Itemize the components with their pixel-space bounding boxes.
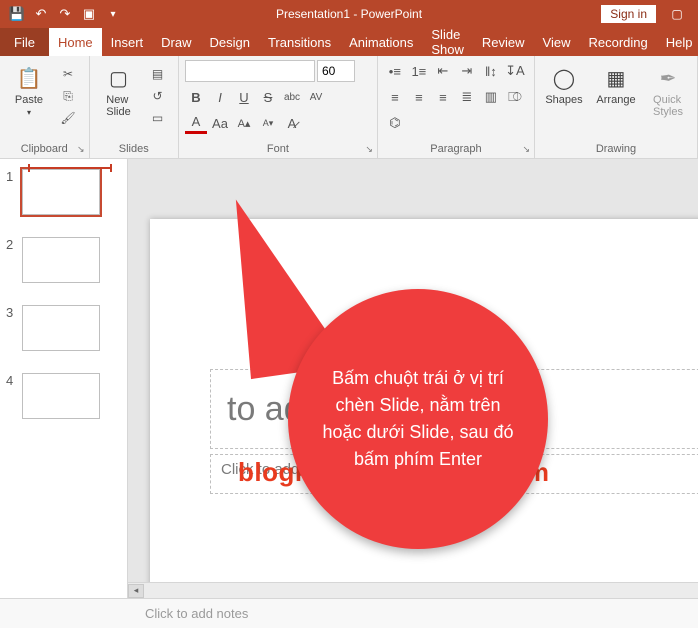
group-drawing-label: Drawing bbox=[596, 143, 636, 155]
indent-dec-icon[interactable]: ⇤ bbox=[432, 60, 454, 82]
av-button[interactable]: AV bbox=[305, 86, 327, 108]
arrange-button[interactable]: ▦ Arrange bbox=[593, 60, 639, 106]
workspace: 1 2 3 4 to add title Click to add subtit… bbox=[0, 159, 698, 598]
paste-icon: 📋 bbox=[15, 64, 43, 92]
qat-customize-icon[interactable]: ▾ bbox=[102, 3, 124, 25]
quick-styles-icon: ✒ bbox=[654, 64, 682, 92]
undo-icon[interactable]: ↶ bbox=[30, 3, 52, 25]
tab-slideshow[interactable]: Slide Show bbox=[422, 28, 473, 56]
bold-button[interactable]: B bbox=[185, 86, 207, 108]
tab-animations[interactable]: Animations bbox=[340, 28, 422, 56]
title-bar: 💾 ↶ ↷ ▣ ▾ Presentation1 - PowerPoint Sig… bbox=[0, 0, 698, 28]
callout-text: Bấm chuột trái ở vị trí chèn Slide, nằm … bbox=[318, 365, 518, 473]
clear-format-icon[interactable]: A̷ bbox=[281, 112, 303, 134]
shapes-icon: ◯ bbox=[550, 64, 578, 92]
tab-insert[interactable]: Insert bbox=[102, 28, 153, 56]
change-case-button[interactable]: Aa bbox=[209, 112, 231, 134]
notes-placeholder: Click to add notes bbox=[145, 606, 248, 621]
ribbon-tabs: File Home Insert Draw Design Transitions… bbox=[0, 28, 698, 56]
slide-thumbnail-3[interactable] bbox=[22, 305, 100, 351]
thumb-number: 3 bbox=[6, 305, 16, 320]
tab-help[interactable]: Help bbox=[657, 28, 698, 56]
align-text-icon[interactable]: ⎄ bbox=[504, 86, 526, 108]
tab-draw[interactable]: Draw bbox=[152, 28, 200, 56]
bullets-icon[interactable]: •≡ bbox=[384, 60, 406, 82]
ribbon-display-icon[interactable]: ▢ bbox=[666, 3, 688, 25]
group-paragraph-label: Paragraph bbox=[430, 143, 481, 155]
font-color-icon[interactable]: A bbox=[185, 112, 207, 134]
insertion-indicator bbox=[28, 167, 112, 169]
thumbnail-row[interactable]: 3 bbox=[6, 305, 119, 351]
slide-thumbnail-2[interactable] bbox=[22, 237, 100, 283]
new-slide-icon: ▢ bbox=[105, 64, 133, 92]
instruction-callout: Bấm chuột trái ở vị trí chèn Slide, nằm … bbox=[288, 289, 548, 549]
grow-font-icon[interactable]: A▴ bbox=[233, 112, 255, 134]
tab-home[interactable]: Home bbox=[49, 28, 102, 56]
align-center-icon[interactable]: ≡ bbox=[408, 86, 430, 108]
tab-file[interactable]: File bbox=[0, 28, 49, 56]
signin-button[interactable]: Sign in bbox=[601, 5, 656, 23]
tab-recording[interactable]: Recording bbox=[579, 28, 656, 56]
underline-button[interactable]: U bbox=[233, 86, 255, 108]
font-family-select[interactable] bbox=[185, 60, 315, 82]
align-right-icon[interactable]: ≡ bbox=[432, 86, 454, 108]
copy-icon[interactable]: ⎘ bbox=[58, 86, 78, 106]
tab-design[interactable]: Design bbox=[201, 28, 259, 56]
slide-thumbnail-4[interactable] bbox=[22, 373, 100, 419]
new-slide-button[interactable]: ▢ New Slide bbox=[96, 60, 142, 118]
reset-icon[interactable]: ↺ bbox=[148, 86, 168, 106]
ribbon: 📋 Paste ▾ ✂ ⎘ 🖌 Clipboard ↘ ▢ New Slide ▤… bbox=[0, 56, 698, 159]
columns-icon[interactable]: ▥ bbox=[480, 86, 502, 108]
save-icon[interactable]: 💾 bbox=[6, 3, 28, 25]
cut-icon[interactable]: ✂ bbox=[58, 64, 78, 84]
slide-thumbnail-1[interactable] bbox=[22, 169, 100, 215]
tab-review[interactable]: Review bbox=[473, 28, 534, 56]
format-painter-icon[interactable]: 🖌 bbox=[58, 108, 78, 128]
group-slides-label: Slides bbox=[119, 143, 149, 155]
font-size-select[interactable] bbox=[317, 60, 355, 82]
convert-smartart-icon[interactable]: ⌬ bbox=[384, 112, 406, 134]
section-icon[interactable]: ▭ bbox=[148, 108, 168, 128]
align-left-icon[interactable]: ≡ bbox=[384, 86, 406, 108]
tab-transitions[interactable]: Transitions bbox=[259, 28, 340, 56]
numbering-icon[interactable]: 1≡ bbox=[408, 60, 430, 82]
thumbnail-row[interactable]: 2 bbox=[6, 237, 119, 283]
group-clipboard-label: Clipboard bbox=[21, 143, 68, 155]
thumb-number: 4 bbox=[6, 373, 16, 388]
notes-pane[interactable]: Click to add notes bbox=[0, 598, 698, 628]
slide-edit-area[interactable]: to add title Click to add subtitle blogk… bbox=[128, 159, 698, 598]
redo-icon[interactable]: ↷ bbox=[54, 3, 76, 25]
layout-icon[interactable]: ▤ bbox=[148, 64, 168, 84]
start-show-icon[interactable]: ▣ bbox=[78, 3, 100, 25]
group-font-label: Font bbox=[267, 143, 289, 155]
paragraph-dialog-icon[interactable]: ↘ bbox=[522, 144, 530, 155]
horizontal-scrollbar[interactable]: ◂ bbox=[128, 582, 698, 598]
strike-button[interactable]: S bbox=[257, 86, 279, 108]
tab-view[interactable]: View bbox=[534, 28, 580, 56]
shrink-font-icon[interactable]: A▾ bbox=[257, 112, 279, 134]
paste-button[interactable]: 📋 Paste ▾ bbox=[6, 60, 52, 117]
justify-icon[interactable]: ≣ bbox=[456, 86, 478, 108]
indent-inc-icon[interactable]: ⇥ bbox=[456, 60, 478, 82]
scroll-left-icon[interactable]: ◂ bbox=[128, 584, 144, 598]
quick-styles-button[interactable]: ✒ Quick Styles bbox=[645, 60, 691, 118]
italic-button[interactable]: I bbox=[209, 86, 231, 108]
font-dialog-icon[interactable]: ↘ bbox=[365, 144, 373, 155]
thumbnail-row[interactable]: 4 bbox=[6, 373, 119, 419]
arrange-icon: ▦ bbox=[602, 64, 630, 92]
char-spacing-button[interactable]: abc bbox=[281, 86, 303, 108]
thumb-number: 1 bbox=[6, 169, 16, 184]
line-spacing-icon[interactable]: ‖↕ bbox=[480, 60, 502, 82]
text-direction-icon[interactable]: ↧A bbox=[504, 60, 526, 82]
slide-thumbnail-pane[interactable]: 1 2 3 4 bbox=[0, 159, 128, 598]
window-title: Presentation1 - PowerPoint bbox=[276, 7, 422, 21]
thumbnail-row[interactable]: 1 bbox=[6, 169, 119, 215]
shapes-button[interactable]: ◯ Shapes bbox=[541, 60, 587, 106]
thumb-number: 2 bbox=[6, 237, 16, 252]
clipboard-dialog-icon[interactable]: ↘ bbox=[77, 144, 85, 155]
